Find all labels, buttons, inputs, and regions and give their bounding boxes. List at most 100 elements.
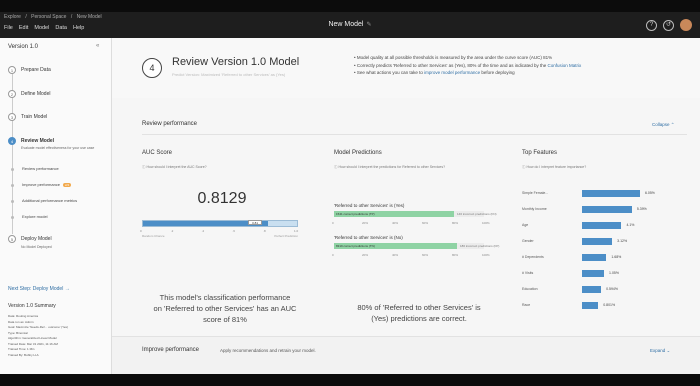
step-number: 5 — [8, 235, 16, 243]
window-title: New Model ✎ — [0, 21, 700, 28]
feature-value: 0.801% — [603, 303, 616, 307]
features-help-link[interactable]: ⓘ How do I interpret feature importance? — [522, 165, 586, 170]
sidebar-step-define-model[interactable]: 2 Define Model — [8, 90, 50, 98]
feature-row: Age 4.1% — [522, 222, 682, 230]
step-label: Deploy Model — [21, 236, 52, 242]
feature-name: Simple Female... — [522, 191, 549, 195]
bullet-item: • See what actions you can take to impro… — [354, 70, 515, 75]
predictions-help-link[interactable]: ⓘ How should I interpret the predictions… — [334, 165, 445, 170]
substep-dot — [11, 168, 14, 171]
improve-performance-link[interactable]: improve model performance — [424, 70, 480, 75]
feature-bar — [582, 238, 613, 245]
step-label: Review Model — [21, 138, 55, 144]
step-number: 4 — [8, 137, 16, 145]
next-step-link[interactable]: Next Step: Deploy Model → — [8, 286, 70, 292]
step-number-badge: 4 — [142, 58, 162, 78]
improve-badge: 2/4 — [63, 183, 72, 187]
breadcrumb: Explore / Personal Space / New Model — [4, 14, 105, 20]
step-connector — [12, 74, 13, 234]
yes-correct-label: 1541 correct predictions (TP) — [336, 212, 375, 216]
collapse-button[interactable]: Collapse ⌃ — [652, 122, 675, 128]
no-incorrect-label: 186 incorrect predictions (FP) — [460, 244, 500, 248]
auc-tick-label: 0 — [140, 229, 142, 233]
predictions-panel: Model Predictions ⓘ How should I interpr… — [332, 150, 504, 323]
auc-tick-label: 1.0 — [294, 229, 299, 233]
page-title: Review Version 1.0 Model — [172, 56, 300, 68]
auc-panel: AUC Score ⓘ How should I interpret the A… — [140, 150, 302, 324]
substep-explore-model[interactable]: Explore model — [22, 214, 48, 219]
auc-title: AUC Score — [142, 150, 173, 156]
feature-bar — [582, 254, 607, 261]
feature-value: 3.12% — [617, 239, 628, 243]
avatar[interactable] — [680, 19, 692, 31]
review-main: 4 Review Version 1.0 Model Predict Versi… — [112, 38, 700, 374]
sidebar-step-prepare-data[interactable]: 1 Prepare Data — [8, 66, 51, 74]
bullet-item: • Model quality at all possible threshol… — [354, 55, 553, 60]
confusion-matrix-link[interactable]: Confusion Matrix — [547, 63, 581, 68]
substep-improve-performance[interactable]: Improve performance 2/4 — [22, 182, 72, 187]
axis-tick-label: 100% — [482, 253, 490, 257]
auc-help-link[interactable]: ⓘ How should I interpret the AUC Score? — [142, 165, 207, 170]
breadcrumb-personal-space[interactable]: Personal Space — [31, 14, 66, 20]
edit-pencil-icon[interactable]: ✎ — [366, 22, 371, 28]
feature-value: 1.68% — [611, 255, 622, 259]
divider — [142, 134, 687, 135]
step-label: Prepare Data — [21, 67, 51, 73]
axis-tick-label: 0 — [332, 221, 334, 225]
history-icon[interactable]: ↺ — [663, 19, 674, 31]
summary-bullets: • Model quality at all possible threshol… — [354, 54, 694, 77]
yes-title: 'Referred to other Services' is (Yes) — [334, 203, 405, 208]
step-description: No Model Deployed — [21, 245, 52, 249]
bullet-text: before deploying — [480, 70, 515, 75]
auc-score-value: 0.8129 — [197, 190, 247, 207]
axis-tick-label: 80% — [452, 221, 459, 225]
main-content: Version 1.0 « 1 Prepare Data 2 Define Mo… — [0, 38, 700, 374]
sidebar-step-deploy-model[interactable]: 5 Deploy Model — [8, 235, 52, 243]
improve-subtitle: Apply recommendations and retrain your m… — [220, 348, 316, 353]
help-icon[interactable]: ? — [646, 19, 657, 31]
auc-left-end: Random Chance — [142, 234, 165, 238]
substep-dot — [11, 216, 14, 219]
feature-name: Race — [522, 303, 531, 307]
sidebar-version[interactable]: Version 1.0 — [8, 44, 38, 50]
breadcrumb-sep: / — [25, 14, 27, 20]
step-number: 3 — [8, 113, 16, 121]
model-name[interactable]: New Model — [328, 21, 363, 28]
substep-review-performance[interactable]: Review performance — [22, 166, 59, 171]
feature-name: # Visits — [522, 271, 534, 275]
feature-value: 4.1% — [626, 223, 635, 227]
features-panel: Top Features ⓘ How do I interpret featur… — [522, 150, 692, 320]
sidebar-step-review-model[interactable]: 4 Review Model — [8, 137, 54, 145]
breadcrumb-new-model: New Model — [76, 14, 102, 20]
expand-button[interactable]: Expand ⌄ — [650, 348, 670, 354]
axis-tick-label: 40% — [392, 253, 399, 257]
feature-value: 6.05% — [645, 191, 655, 195]
feature-bar — [582, 222, 622, 229]
auc-right-end: Perfect Prediction — [274, 234, 298, 238]
title-bar: Explore / Personal Space / New Model Fil… — [0, 12, 700, 38]
feature-row: # Visits 1.05% — [522, 270, 682, 278]
summary-title: Version 1.0 Summary — [8, 303, 56, 309]
substep-additional-metrics[interactable]: Additional performance metrics — [22, 198, 77, 203]
feature-name: Education — [522, 287, 538, 291]
summary-line: Goal: Maximize 'Needs-Ref… outcome' (Yes… — [8, 325, 69, 329]
no-correct-label: 8319 correct predictions (TN) — [336, 244, 375, 248]
collapse-sidebar-icon[interactable]: « — [96, 43, 99, 49]
breadcrumb-sep: / — [70, 14, 73, 20]
auc-caption-line: This model's classification performance — [159, 293, 291, 302]
no-title: 'Referred to other Services' is (No) — [334, 235, 403, 240]
sidebar-step-train-model[interactable]: 3 Train Model — [8, 113, 47, 121]
bullet-text: Model quality at all possible thresholds… — [356, 55, 553, 60]
auc-tick-label: .6 — [232, 229, 235, 233]
substep-dot — [11, 184, 14, 187]
step-label: Define Model — [21, 91, 51, 97]
auc-caption-line: score of 81% — [203, 315, 247, 324]
feature-value: 1.05% — [609, 271, 619, 275]
auc-gauge-marker: 0.81 — [248, 220, 263, 225]
predictions-caption-line: (Yes) predictions are correct. — [371, 314, 467, 323]
breadcrumb-explore[interactable]: Explore — [4, 14, 21, 20]
feature-row: Race 0.801% — [522, 302, 682, 310]
step-description: Evaluate model effectiveness for your us… — [21, 146, 95, 150]
step-number: 2 — [8, 90, 16, 98]
predictions-title: Model Predictions — [334, 150, 382, 156]
